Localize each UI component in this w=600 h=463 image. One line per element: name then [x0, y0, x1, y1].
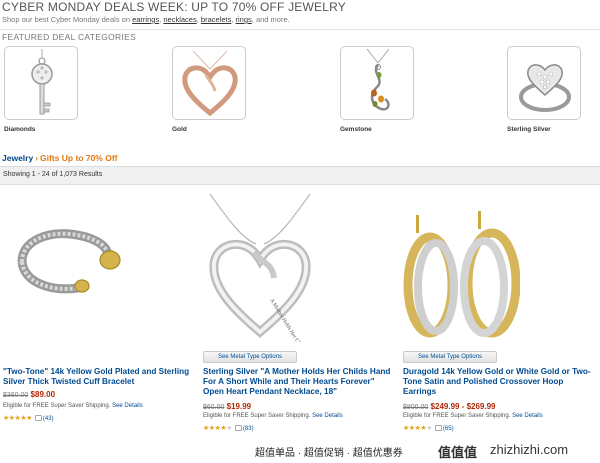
- gemstone-pendant-icon: [366, 48, 390, 111]
- list-price: $360.00: [3, 392, 29, 399]
- star-empty-icon: ★: [426, 425, 432, 432]
- star-rating[interactable]: ★★★★★ (65): [403, 424, 454, 432]
- hoop-earrings-icon: [403, 211, 520, 338]
- silver-heart-ring-icon: [519, 64, 571, 112]
- metal-type-options-button[interactable]: See Metal Type Options: [403, 351, 497, 363]
- product-image-cuff-bracelet[interactable]: [8, 222, 128, 302]
- product-price: $60.00 $19.99: [203, 402, 251, 411]
- star-icon: ★★★★: [403, 425, 427, 432]
- product-title-link[interactable]: "Two-Tone" 14k Yellow Gold Plated and St…: [3, 367, 193, 387]
- category-gold-tile[interactable]: [172, 46, 246, 120]
- banner-subtitle-prefix: Shop our best Cyber Monday deals on: [2, 15, 130, 24]
- category-gold-label[interactable]: Gold: [172, 126, 187, 133]
- link-necklaces[interactable]: necklaces: [163, 15, 196, 24]
- diamond-key-pendant-icon: [31, 49, 53, 115]
- shipping-text: Eligible for FREE Super Saver Shipping.: [403, 413, 511, 419]
- chevron-down-icon[interactable]: [234, 425, 242, 432]
- results-count: Showing 1 - 24 of 1,073 Results: [3, 171, 103, 178]
- chevron-down-icon[interactable]: [434, 425, 442, 432]
- star-rating[interactable]: ★★★★★ (83): [203, 424, 254, 432]
- shipping-text: Eligible for FREE Super Saver Shipping.: [3, 403, 111, 409]
- divider: [0, 29, 600, 30]
- category-gemstone-label[interactable]: Gemstone: [340, 126, 372, 133]
- cuff-bracelet-icon: [17, 229, 121, 294]
- category-sterling-silver-label[interactable]: Sterling Silver: [507, 126, 551, 133]
- product-image-hoop-earrings[interactable]: [400, 207, 520, 342]
- star-empty-icon: ★: [226, 425, 232, 432]
- shipping-info: Eligible for FREE Super Saver Shipping. …: [403, 413, 543, 419]
- sale-price: $89.00: [30, 390, 56, 399]
- page-title: CYBER MONDAY DEALS WEEK: UP TO 70% OFF J…: [2, 0, 346, 14]
- review-count[interactable]: (83): [243, 426, 254, 432]
- shipping-text: Eligible for FREE Super Saver Shipping.: [203, 413, 311, 419]
- star-icon: ★★★★★: [3, 415, 32, 422]
- link-earrings[interactable]: earrings: [132, 15, 159, 24]
- shipping-info: Eligible for FREE Super Saver Shipping. …: [203, 413, 343, 419]
- breadcrumb: Jewelry › Gifts Up to 70% Off: [2, 153, 118, 163]
- watermark-logo: 值值值: [438, 445, 478, 460]
- shipping-info: Eligible for FREE Super Saver Shipping. …: [3, 403, 143, 409]
- banner-subtitle-suffix: and more.: [255, 15, 290, 24]
- product-title-link[interactable]: Sterling Silver "A Mother Holds Her Chil…: [203, 367, 393, 397]
- product-title-link[interactable]: Duragold 14k Yellow Gold or White Gold o…: [403, 367, 593, 397]
- product-price: $800.00 $249.99 - $269.99: [403, 402, 496, 411]
- see-details-link[interactable]: See Details: [512, 413, 543, 419]
- list-price: $800.00: [403, 404, 429, 411]
- category-gemstone-tile[interactable]: [340, 46, 414, 120]
- sale-price: $19.99: [226, 402, 252, 411]
- sale-price: $249.99 - $269.99: [430, 402, 496, 411]
- breadcrumb-jewelry[interactable]: Jewelry: [2, 153, 33, 163]
- review-count[interactable]: (65): [443, 426, 454, 432]
- category-sterling-silver-tile[interactable]: [507, 46, 581, 120]
- metal-type-options-button[interactable]: See Metal Type Options: [203, 351, 297, 363]
- product-image-heart-pendant[interactable]: A Mother Holds Her Child's Hand: [200, 192, 320, 342]
- breadcrumb-separator: ›: [35, 153, 39, 163]
- watermark-url: zhizhizhi.com: [490, 442, 569, 457]
- category-diamonds-tile[interactable]: [4, 46, 78, 120]
- category-diamonds-label[interactable]: Diamonds: [4, 126, 35, 133]
- see-details-link[interactable]: See Details: [312, 413, 343, 419]
- watermark-text: 超值单品 · 超值促销 · 超值优惠券: [255, 448, 403, 459]
- link-rings[interactable]: rings: [236, 15, 252, 24]
- heart-pendant-icon: A Mother Holds Her Child's Hand: [209, 193, 313, 342]
- review-count[interactable]: (43): [43, 416, 54, 422]
- link-bracelets[interactable]: bracelets: [201, 15, 231, 24]
- star-icon: ★★★★: [203, 425, 227, 432]
- list-price: $60.00: [203, 404, 225, 411]
- featured-categories-title: FEATURED DEAL CATEGORIES: [2, 32, 137, 42]
- product-price: $360.00 $89.00: [3, 390, 55, 399]
- banner-subtitle: Shop our best Cyber Monday deals on earr…: [2, 15, 290, 24]
- rose-gold-heart-pendant-icon: [182, 50, 238, 117]
- chevron-down-icon[interactable]: [34, 415, 42, 422]
- breadcrumb-current: Gifts Up to 70% Off: [40, 153, 118, 163]
- star-rating[interactable]: ★★★★★ (43): [3, 414, 54, 422]
- see-details-link[interactable]: See Details: [112, 403, 143, 409]
